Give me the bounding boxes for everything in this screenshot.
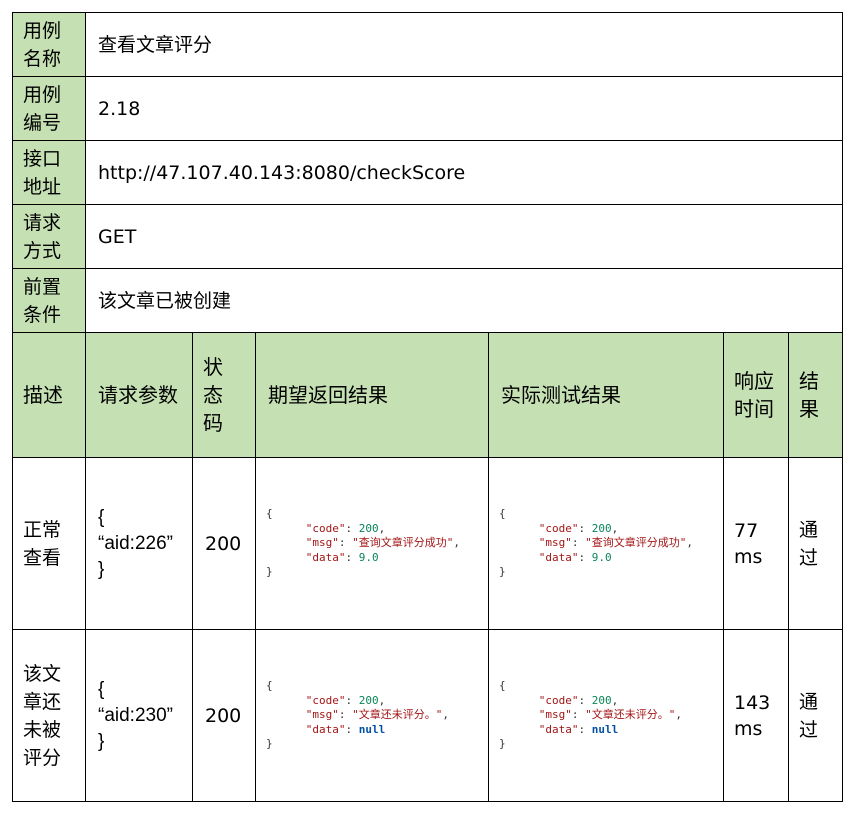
- row-desc: 该文 章还 未被 评分: [12, 629, 86, 802]
- header-time: 响应 时间: [723, 332, 789, 458]
- test-case-table: 用例 名称 查看文章评分 用例 编号 2.18 接口 地址 http://47.…: [12, 12, 844, 802]
- case-name-value: 查看文章评分: [84, 12, 844, 77]
- header-desc: 描述: [12, 332, 86, 458]
- request-method-row: 请求 方式 GET: [12, 204, 844, 269]
- header-expected: 期望返回结果: [255, 332, 489, 458]
- table-row: 正常 查看 { “aid:226” } 200 { "code": 200, "…: [12, 457, 844, 630]
- precondition-label: 前置 条件: [12, 268, 86, 333]
- header-actual: 实际测试结果: [488, 332, 724, 458]
- api-address-value: http://47.107.40.143:8080/checkScore: [84, 140, 844, 205]
- actual-json: { "code": 200, "msg": "查询文章评分成功", "data"…: [499, 507, 693, 579]
- row-expected: { "code": 200, "msg": "文章还未评分。", "data":…: [255, 629, 489, 802]
- header-row: 描述 请求参数 状 态 码 期望返回结果 实际测试结果 响应 时间 结 果: [12, 332, 844, 458]
- row-params: { “aid:230” }: [85, 629, 193, 802]
- header-result: 结 果: [787, 332, 844, 458]
- expected-json: { "code": 200, "msg": "文章还未评分。", "data":…: [266, 679, 449, 751]
- request-method-label: 请求 方式: [12, 204, 86, 269]
- request-method-value: GET: [84, 204, 844, 269]
- row-desc: 正常 查看: [12, 457, 86, 630]
- row-status: 200: [192, 629, 256, 802]
- case-name-label: 用例 名称: [12, 12, 86, 77]
- header-params: 请求参数: [85, 332, 193, 458]
- precondition-value: 该文章已被创建: [84, 268, 844, 333]
- case-number-value: 2.18: [84, 76, 844, 141]
- case-name-row: 用例 名称 查看文章评分: [12, 12, 844, 77]
- expected-json: { "code": 200, "msg": "查询文章评分成功", "data"…: [266, 507, 460, 579]
- row-result: 通 过: [787, 629, 844, 802]
- row-params: { “aid:226” }: [85, 457, 193, 630]
- api-address-label: 接口 地址: [12, 140, 86, 205]
- precondition-row: 前置 条件 该文章已被创建: [12, 268, 844, 333]
- row-time: 143 ms: [723, 629, 789, 802]
- row-time: 77 ms: [723, 457, 789, 630]
- row-result: 通 过: [787, 457, 844, 630]
- table-row: 该文 章还 未被 评分 { “aid:230” } 200 { "code": …: [12, 629, 844, 802]
- row-actual: { "code": 200, "msg": "文章还未评分。", "data":…: [488, 629, 724, 802]
- case-number-label: 用例 编号: [12, 76, 86, 141]
- row-status: 200: [192, 457, 256, 630]
- row-actual: { "code": 200, "msg": "查询文章评分成功", "data"…: [488, 457, 724, 630]
- api-address-row: 接口 地址 http://47.107.40.143:8080/checkSco…: [12, 140, 844, 205]
- row-expected: { "code": 200, "msg": "查询文章评分成功", "data"…: [255, 457, 489, 630]
- actual-json: { "code": 200, "msg": "文章还未评分。", "data":…: [499, 679, 682, 751]
- header-status: 状 态 码: [192, 332, 256, 458]
- case-number-row: 用例 编号 2.18: [12, 76, 844, 141]
